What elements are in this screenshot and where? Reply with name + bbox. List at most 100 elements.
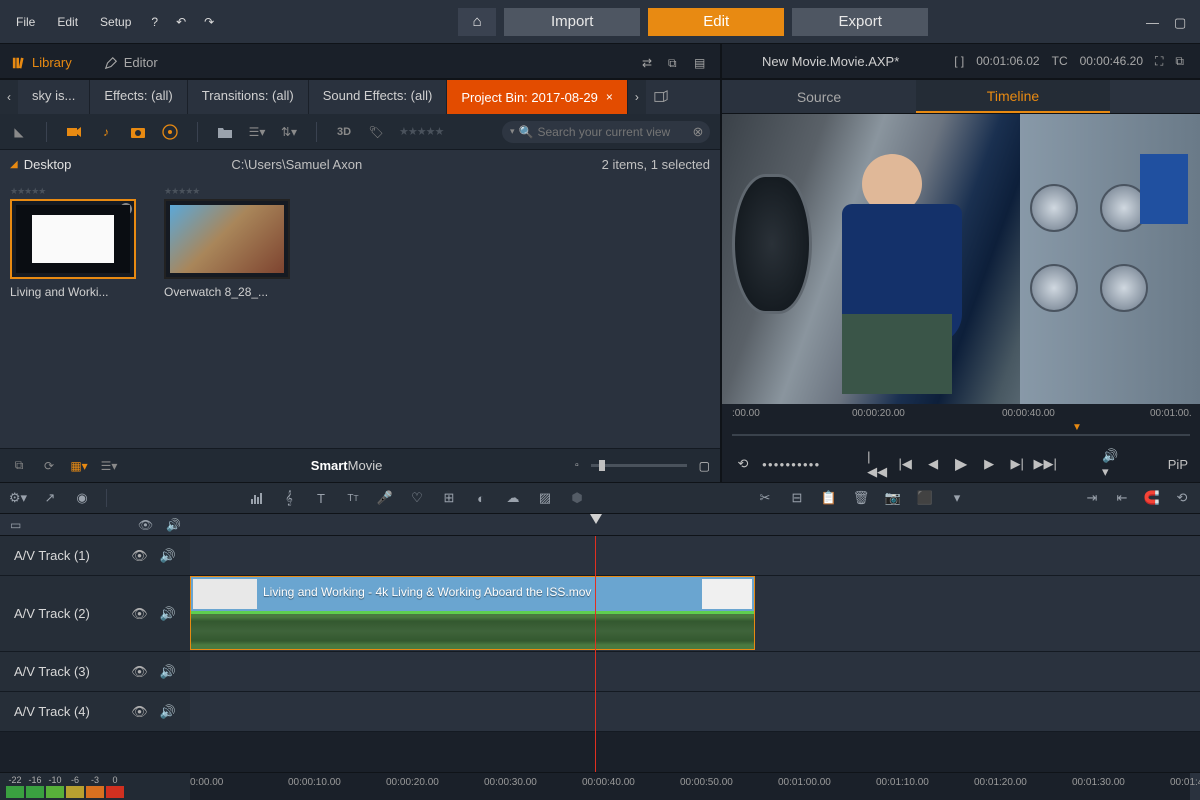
morph-icon[interactable]: ▨ xyxy=(537,490,553,506)
speaker-icon[interactable]: 🔊 xyxy=(160,704,176,720)
next-frame-icon[interactable]: ▶| xyxy=(1008,455,1026,473)
audio-filter-icon[interactable]: ♪ xyxy=(97,123,115,141)
loop-icon[interactable]: ⟲ xyxy=(734,455,752,473)
playhead-handle[interactable] xyxy=(590,514,602,524)
mixer-icon[interactable] xyxy=(249,490,265,506)
undo-icon[interactable]: ↶ xyxy=(168,11,194,33)
help-icon[interactable]: ? xyxy=(143,11,166,33)
gear-icon[interactable]: ⚙▾ xyxy=(10,490,26,506)
step-back-icon[interactable]: ◀ xyxy=(924,455,942,473)
redo-icon[interactable]: ↷ xyxy=(196,11,222,33)
track-header[interactable]: A/V Track (4) 👁 🔊 xyxy=(0,692,190,731)
media-item-2[interactable]: ★★★★★ Overwatch 8_28_... xyxy=(164,186,294,299)
media-thumbnail[interactable] xyxy=(164,199,290,279)
list-view-icon[interactable]: ☰▾ xyxy=(248,123,266,141)
master-speaker-icon[interactable]: 🔊 xyxy=(166,518,180,532)
color-icon[interactable]: ◐ xyxy=(473,490,489,506)
play-icon[interactable]: ▶ xyxy=(952,455,970,473)
zoom-out-icon[interactable]: ▫ xyxy=(575,460,579,471)
magnet-icon[interactable]: 🧲 xyxy=(1144,490,1160,506)
disc-icon[interactable]: ◉ xyxy=(74,490,90,506)
filter-tab-sound[interactable]: Sound Effects: (all) xyxy=(309,80,448,114)
collapse-icon[interactable]: ◢ xyxy=(10,159,18,170)
filter-tab-project-bin[interactable]: Project Bin: 2017-08-29 × xyxy=(447,80,628,114)
popout-icon[interactable]: ⧉ xyxy=(668,56,684,72)
close-tab-icon[interactable]: × xyxy=(606,90,613,104)
pip-button[interactable]: PiP xyxy=(1168,455,1188,473)
track-lane[interactable]: Living and Working - 4k Living & Working… xyxy=(190,576,1190,651)
link-icon[interactable]: ⟲ xyxy=(1174,490,1190,506)
edit-mode-button[interactable]: Edit xyxy=(648,8,784,36)
tc2-value[interactable]: 00:00:46.20 xyxy=(1080,54,1143,68)
timeline-ruler[interactable] xyxy=(190,514,1190,536)
preview-viewport[interactable] xyxy=(722,114,1200,404)
media-item-1[interactable]: ★★★★★ ✔ i Living and Worki... xyxy=(10,186,140,299)
collapse-tracks-icon[interactable]: ▭ xyxy=(10,518,24,532)
volume-icon[interactable]: 🔊▾ xyxy=(1102,455,1120,473)
home-button[interactable]: ⌂ xyxy=(458,8,496,36)
menu-edit[interactable]: Edit xyxy=(47,11,88,33)
split-icon[interactable]: ⊟ xyxy=(789,490,805,506)
ducking-icon[interactable]: ♡ xyxy=(409,490,425,506)
title-size-icon[interactable]: TT xyxy=(345,490,361,506)
eye-icon[interactable]: 👁 xyxy=(131,704,148,720)
time-ruler[interactable]: 0:00.0000:00:10.0000:00:20.0000:00:30.00… xyxy=(190,773,1190,800)
project-filter-icon[interactable] xyxy=(161,123,179,141)
add-tab-icon[interactable] xyxy=(646,80,676,114)
master-eye-icon[interactable]: 👁 xyxy=(138,518,152,532)
clipboard-icon[interactable]: 📋 xyxy=(821,490,837,506)
tool-icon[interactable]: ↗ xyxy=(42,490,58,506)
speaker-icon[interactable]: 🔊 xyxy=(160,548,176,564)
motion-icon[interactable]: ☁ xyxy=(505,490,521,506)
expand-icon[interactable]: ⛶ xyxy=(1155,54,1163,69)
copy-icon[interactable]: ⧉ xyxy=(10,457,28,475)
go-end-icon[interactable]: ▶▶| xyxy=(1036,455,1054,473)
eye-icon[interactable]: 👁 xyxy=(131,606,148,622)
zoom-slider[interactable] xyxy=(591,464,687,467)
sort-icon[interactable]: ⇅▾ xyxy=(280,123,298,141)
dropdown-icon[interactable]: ▾ xyxy=(510,126,515,137)
speaker-icon[interactable]: 🔊 xyxy=(160,664,176,680)
library-tab[interactable]: Library xyxy=(0,47,92,78)
trash-icon[interactable]: 🗑 xyxy=(853,490,869,506)
star-rating[interactable]: ★★★★★ xyxy=(399,125,443,138)
export-mode-button[interactable]: Export xyxy=(792,8,928,36)
tab-scroll-left-icon[interactable]: ‹ xyxy=(0,80,18,114)
clear-search-icon[interactable]: ⊗ xyxy=(692,124,703,140)
voiceover-icon[interactable]: 🎤 xyxy=(377,490,393,506)
playhead-icon[interactable]: ▼ xyxy=(1072,422,1082,433)
eye-icon[interactable]: 👁 xyxy=(131,664,148,680)
menu-file[interactable]: File xyxy=(6,11,45,33)
menu-setup[interactable]: Setup xyxy=(90,11,141,33)
razor-icon[interactable]: ✂ xyxy=(757,490,773,506)
timeline-tab[interactable]: Timeline xyxy=(916,80,1110,113)
filter-tab-effects[interactable]: Effects: (all) xyxy=(90,80,187,114)
eye-icon[interactable]: 👁 xyxy=(131,548,148,564)
preview-time-ruler[interactable]: :00.00 00:00:20.00 00:00:40.00 00:01:00.… xyxy=(722,404,1200,446)
editor-tab[interactable]: Editor xyxy=(92,47,178,78)
speaker-icon[interactable]: 🔊 xyxy=(160,606,176,622)
popout-preview-icon[interactable]: ⧉ xyxy=(1175,54,1184,69)
track-header[interactable]: A/V Track (2) 👁 🔊 xyxy=(0,576,190,651)
import-mode-button[interactable]: Import xyxy=(504,8,640,36)
track-lane[interactable] xyxy=(190,536,1190,575)
video-filter-icon[interactable] xyxy=(65,123,83,141)
zoom-in-icon[interactable]: ▢ xyxy=(699,459,710,473)
go-start-icon[interactable]: |◀◀ xyxy=(868,455,886,473)
swap-icon[interactable]: ⇄ xyxy=(642,56,658,72)
treble-clef-icon[interactable]: 𝄞 xyxy=(281,490,297,506)
smartmovie-button[interactable]: SmartMovie xyxy=(311,458,383,473)
maximize-icon[interactable]: ▢ xyxy=(1174,15,1188,29)
marker-icon[interactable]: ⬛ xyxy=(917,490,933,506)
step-fwd-icon[interactable]: ▶ xyxy=(980,455,998,473)
jog-control[interactable]: ●●●●●●●●●● xyxy=(762,460,820,469)
search-input[interactable] xyxy=(537,125,692,139)
grid-view-icon[interactable]: ▦▾ xyxy=(70,457,88,475)
track-header[interactable]: A/V Track (3) 👁 🔊 xyxy=(0,652,190,691)
marker-dropdown-icon[interactable]: ▾ xyxy=(949,490,965,506)
trim-out-icon[interactable]: ⇤ xyxy=(1114,490,1130,506)
track-lane[interactable] xyxy=(190,652,1190,691)
folder-icon[interactable] xyxy=(216,123,234,141)
track-header[interactable]: A/V Track (1) 👁 🔊 xyxy=(0,536,190,575)
tab-scroll-right-icon[interactable]: › xyxy=(628,80,646,114)
